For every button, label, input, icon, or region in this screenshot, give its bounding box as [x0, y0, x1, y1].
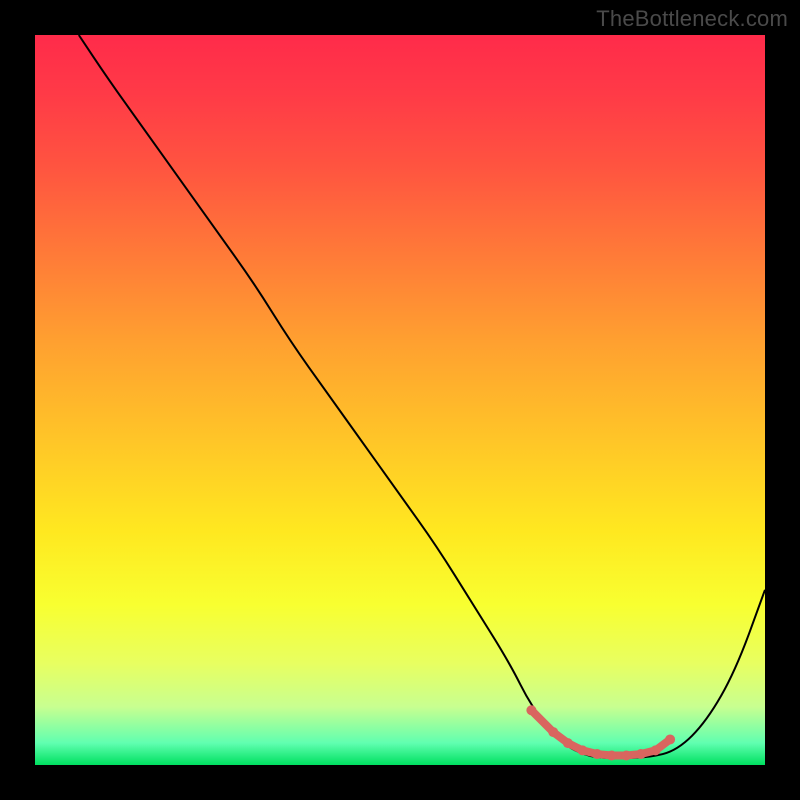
valley-highlight-dot: [592, 749, 602, 759]
valley-highlight: [526, 705, 675, 760]
chart-svg: [35, 35, 765, 765]
valley-highlight-dot: [548, 727, 558, 737]
valley-highlight-dot: [578, 745, 588, 755]
chart-plot-area: [35, 35, 765, 765]
bottleneck-curve-line: [79, 35, 765, 758]
valley-highlight-dot: [621, 751, 631, 761]
watermark-text: TheBottleneck.com: [596, 6, 788, 32]
valley-highlight-dot: [526, 705, 536, 715]
valley-highlight-dot: [563, 738, 573, 748]
valley-highlight-dot: [665, 734, 675, 744]
valley-highlight-dot: [636, 749, 646, 759]
valley-highlight-dot: [607, 751, 617, 761]
valley-highlight-dot: [651, 745, 661, 755]
